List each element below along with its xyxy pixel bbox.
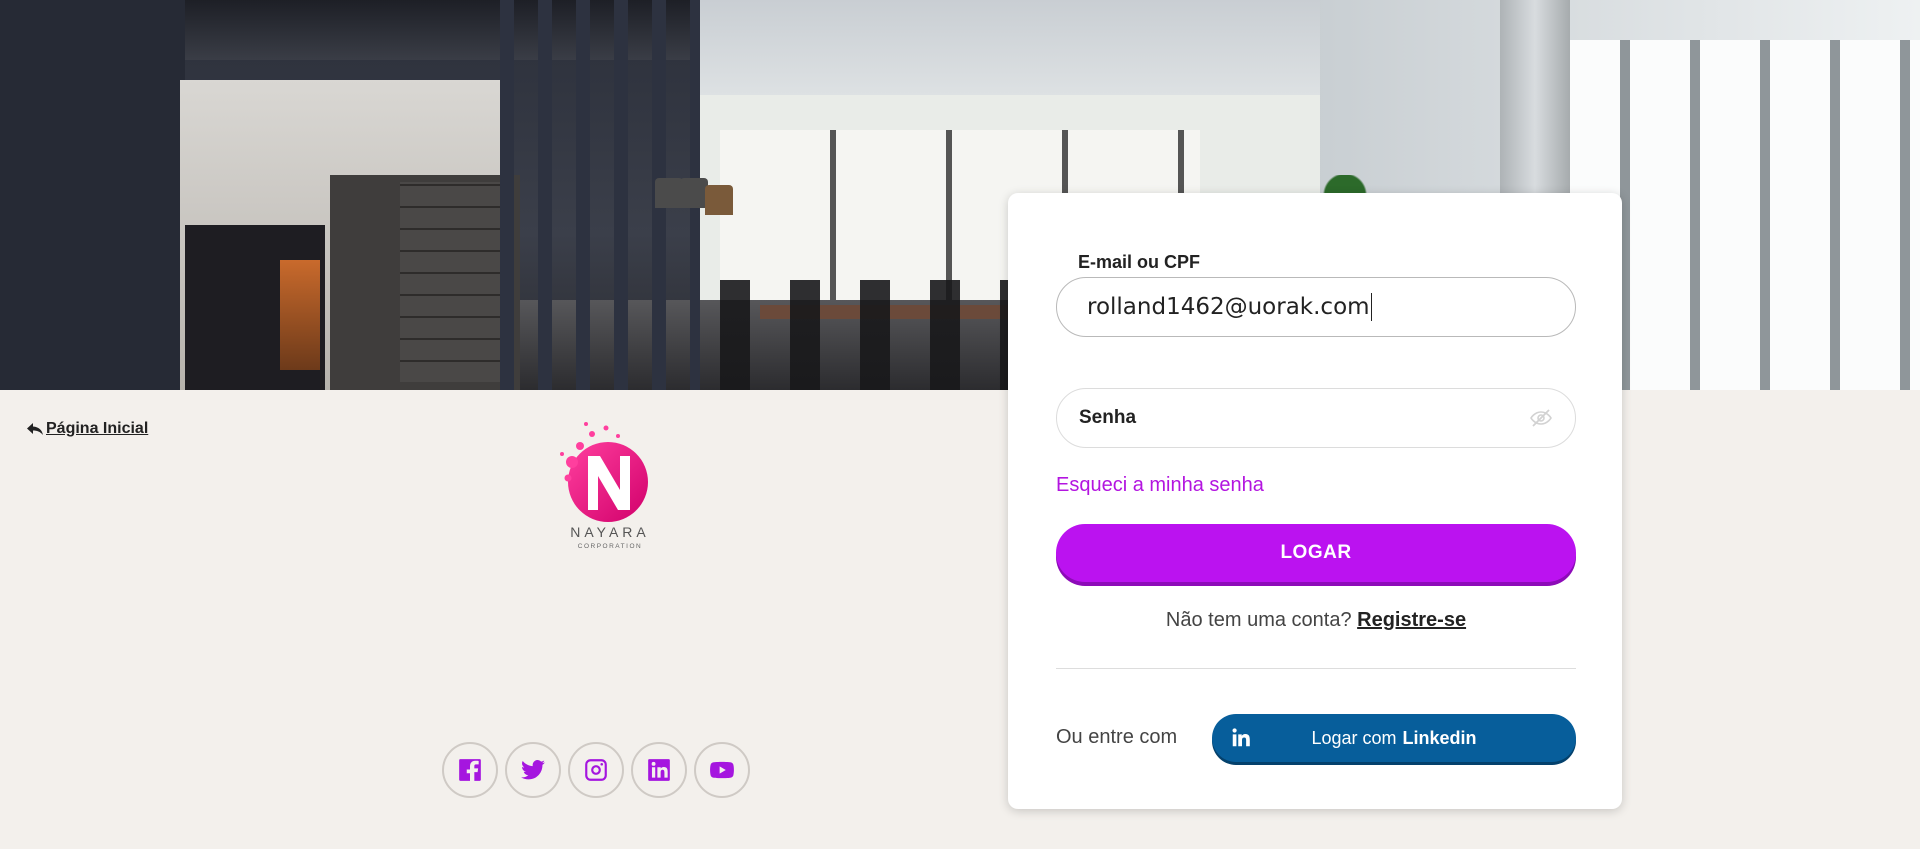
email-label: E-mail ou CPF xyxy=(1078,252,1201,272)
home-link-label: Página Inicial xyxy=(46,420,149,437)
logo-wordmark: NAYARA xyxy=(570,524,650,540)
twitter-link[interactable] xyxy=(505,742,561,798)
forgot-password-link[interactable]: Esqueci a minha senha xyxy=(1056,474,1264,497)
reply-arrow-icon xyxy=(27,423,43,435)
youtube-icon xyxy=(710,761,734,779)
eye-slash-icon[interactable] xyxy=(1529,406,1553,430)
linkedin-label-prefix: Logar com xyxy=(1311,727,1397,748)
facebook-link[interactable] xyxy=(442,742,498,798)
instagram-link[interactable] xyxy=(568,742,624,798)
linkedin-icon xyxy=(1232,728,1250,747)
hero-office-image xyxy=(0,0,1920,390)
register-link[interactable]: Registre-se xyxy=(1357,609,1466,631)
home-link[interactable]: Página Inicial xyxy=(26,420,148,438)
youtube-link[interactable] xyxy=(694,742,750,798)
linkedin-button-label: Logar com Linkedin xyxy=(1252,728,1576,749)
divider xyxy=(1056,668,1576,669)
password-field[interactable]: Senha xyxy=(1056,388,1576,448)
password-placeholder: Senha xyxy=(1079,407,1137,428)
email-field[interactable]: rolland1462@uorak.com xyxy=(1056,277,1576,337)
social-links xyxy=(442,742,750,798)
twitter-icon xyxy=(521,760,545,780)
logo-subtitle: CORPORATION xyxy=(577,543,643,550)
linkedin-label-brand: Linkedin xyxy=(1402,727,1477,748)
instagram-icon xyxy=(585,759,607,781)
linkedin-icon xyxy=(648,759,670,781)
signup-prompt: Não tem uma conta? Registre-se xyxy=(1056,609,1576,632)
linkedin-login-button[interactable]: Logar com Linkedin xyxy=(1212,714,1576,762)
alt-login-prefix: Ou entre com xyxy=(1056,726,1178,748)
login-button[interactable]: LOGAR xyxy=(1056,524,1576,582)
facebook-icon xyxy=(459,759,481,781)
signup-prefix: Não tem uma conta? xyxy=(1165,609,1352,631)
text-caret xyxy=(1370,293,1373,321)
email-value: rolland1462@uorak.com xyxy=(1087,294,1370,320)
linkedin-link[interactable] xyxy=(631,742,687,798)
